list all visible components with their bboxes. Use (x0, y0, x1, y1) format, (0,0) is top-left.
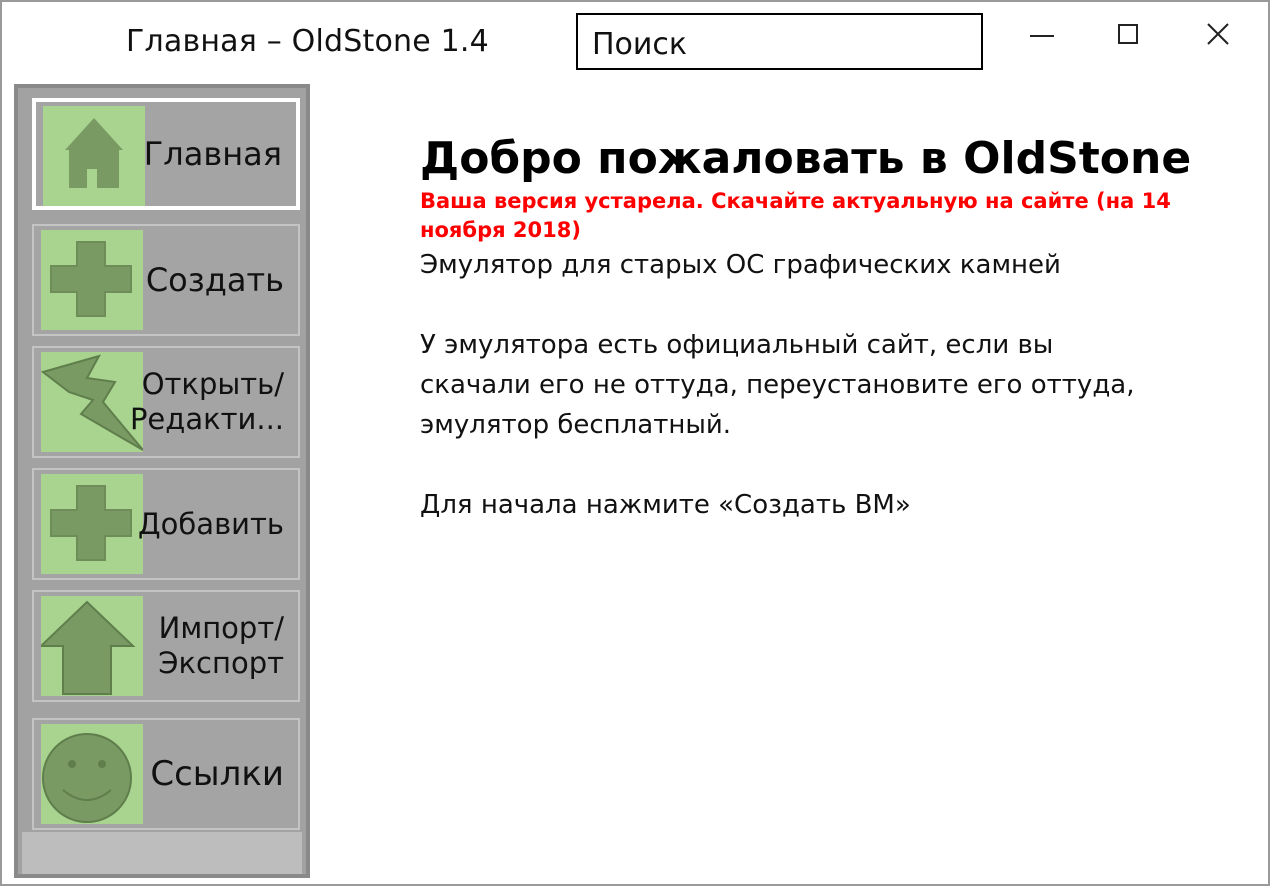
sidebar-item-create[interactable]: Создать (32, 224, 300, 336)
sidebar-item-label: Открыть/ Редакти... (129, 367, 284, 436)
outdated-version-warning: Ваша версия устарела. Скачайте актуальну… (420, 189, 1171, 242)
plus-icon (41, 230, 143, 330)
app-window: Главная – OldStone 1.4 Поиск Главная Соз… (0, 0, 1270, 886)
sidebar-item-label: Ссылки (150, 753, 284, 794)
sidebar-item-label: Создать (145, 260, 284, 299)
close-button[interactable] (1200, 16, 1236, 52)
sidebar-item-import-export[interactable]: Импорт/ Экспорт (32, 590, 300, 702)
sidebar-footer (22, 832, 302, 874)
minimize-button[interactable] (1024, 16, 1060, 52)
sidebar: Главная Создать Открыть/ Редакти... Доба… (14, 84, 310, 878)
lightning-icon (41, 352, 143, 452)
maximize-icon (1118, 24, 1138, 44)
app-description: Эмулятор для старых ОС графических камне… (420, 250, 1061, 280)
sidebar-item-label: Добавить (138, 506, 284, 541)
page-title: Добро пожаловать в OldStone (420, 133, 1192, 184)
maximize-button[interactable] (1110, 16, 1146, 52)
sidebar-item-add[interactable]: Добавить (32, 468, 300, 580)
search-input[interactable]: Поиск (576, 13, 983, 70)
start-hint: Для начала нажмите «Создать ВМ» (420, 490, 911, 520)
sidebar-item-links[interactable]: Ссылки (32, 718, 300, 830)
window-title: Главная – OldStone 1.4 (126, 24, 489, 59)
sidebar-item-label: Главная (143, 134, 282, 173)
smiley-icon (41, 724, 143, 824)
plus-icon (41, 474, 143, 574)
house-icon (43, 106, 145, 206)
sidebar-item-label: Импорт/ Экспорт (158, 611, 284, 680)
close-icon (1207, 23, 1229, 45)
arrow-up-icon (41, 596, 143, 696)
sidebar-item-home[interactable]: Главная (32, 98, 300, 210)
main-content: Добро пожаловать в OldStone Ваша версия … (420, 130, 1240, 525)
sidebar-item-open-edit[interactable]: Открыть/ Редакти... (32, 346, 300, 458)
official-site-notice: У эмулятора есть официальный сайт, если … (420, 330, 1135, 440)
minimize-icon (1030, 35, 1054, 37)
